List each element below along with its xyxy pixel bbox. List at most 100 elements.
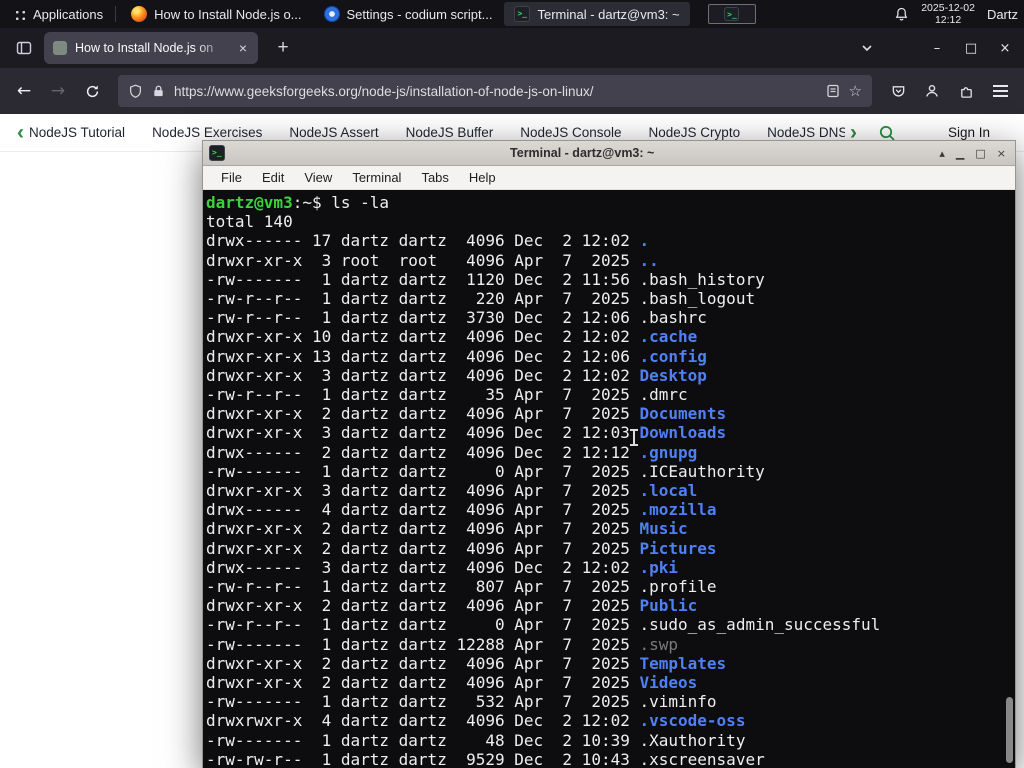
sign-in-button[interactable]: Sign In [948,125,990,140]
applications-menu-button[interactable]: Applications [6,0,110,28]
terminal-output-line: drwxr-xr-x 2 dartz dartz 4096 Apr 7 2025… [206,596,1015,615]
clock-date: 2025-12-02 [921,2,975,14]
file-meta: -rw------- 1 dartz dartz 1120 Dec 2 11:5… [206,269,640,289]
file-name: .Xauthority [639,730,746,750]
terminal-icon [514,6,531,22]
site-nav-link[interactable]: NodeJS Console [520,125,621,140]
back-button[interactable]: ← [8,75,40,107]
terminal-window: Terminal - dartz@vm3: ~ ▴ ▁ □ × File Edi… [202,140,1016,768]
terminal-output-line: -rw------- 1 dartz dartz 0 Apr 7 2025 .I… [206,462,1015,481]
browser-tab[interactable]: How to Install Node.js on × [44,32,258,64]
file-name: .profile [639,577,717,597]
site-nav-link[interactable]: NodeJS Assert [289,125,378,140]
terminal-prompt-line: dartz@vm3:~$ ls -la [206,193,1015,212]
firefox-icon [131,6,148,22]
notification-bell-icon[interactable] [894,7,909,22]
tracking-shield-icon[interactable] [128,84,143,99]
file-meta: drwxr-xr-x 13 dartz dartz 4096 Dec 2 12:… [206,346,640,366]
list-all-tabs-icon[interactable] [860,41,874,55]
file-meta: -rw-r--r-- 1 dartz dartz 35 Apr 7 2025 [206,385,640,405]
file-name: . [639,231,650,251]
terminal-output-line: drwxr-xr-x 3 dartz dartz 4096 Apr 7 2025… [206,481,1015,500]
terminal-menu-item[interactable]: Tabs [411,170,458,185]
site-nav-link[interactable]: NodeJS Crypto [649,125,741,140]
site-nav-link[interactable]: NodeJS Tutorial [29,125,125,140]
file-name: Pictures [639,538,717,558]
file-name: .dmrc [639,385,688,405]
terminal-shade-button[interactable]: ▴ [939,147,945,160]
taskbar-button[interactable]: Terminal - dartz@vm3: ~ [504,2,690,26]
forward-button[interactable]: → [42,75,74,107]
site-nav-link[interactable]: NodeJS DNS [767,125,845,140]
lock-icon[interactable] [152,84,165,98]
terminal-menu-item[interactable]: File [211,170,252,185]
file-name: .vscode-oss [639,711,746,731]
extensions-icon[interactable] [950,75,982,107]
file-name: .cache [639,327,698,347]
bookmark-star-icon[interactable]: ☆ [849,82,862,100]
terminal-minimize-button[interactable]: ▁ [956,147,964,160]
top-panel: Applications How to Install Node.js o...… [0,0,1024,28]
file-name: .config [639,346,707,366]
clock[interactable]: 2025-12-02 12:12 [921,2,975,26]
file-meta: -rw------- 1 dartz dartz 48 Dec 2 10:39 [206,730,640,750]
terminal-output-line: -rw------- 1 dartz dartz 48 Dec 2 10:39 … [206,731,1015,750]
reload-button[interactable] [76,75,108,107]
terminal-menu-item[interactable]: Terminal [342,170,411,185]
terminal-output-line: drwxr-xr-x 3 dartz dartz 4096 Dec 2 12:0… [206,423,1015,442]
terminal-output-line: drwxr-xr-x 2 dartz dartz 4096 Apr 7 2025… [206,654,1015,673]
prompt-user-host: dartz@vm3 [206,193,293,212]
file-meta: drwxr-xr-x 3 dartz dartz 4096 Dec 2 12:0… [206,423,640,443]
terminal-output[interactable]: dartz@vm3:~$ ls -la total 140 drwx------… [203,190,1015,768]
terminal-scrollbar[interactable] [1006,697,1013,763]
file-name: .local [639,481,698,501]
file-meta: drwxr-xr-x 2 dartz dartz 4096 Apr 7 2025 [206,404,640,424]
tab-close-icon[interactable]: × [237,40,249,56]
file-name: .swp [639,634,679,654]
terminal-close-button[interactable]: × [997,147,1006,160]
browser-tab-strip: How to Install Node.js on × + – □ × [0,28,1024,68]
account-icon[interactable] [916,75,948,107]
terminal-output-line: drwxr-xr-x 2 dartz dartz 4096 Apr 7 2025… [206,673,1015,692]
reader-mode-icon[interactable] [826,84,840,98]
pocket-icon[interactable] [882,75,914,107]
menu-hamburger-icon[interactable] [984,75,1016,107]
terminal-output-line: drwxr-xr-x 3 root root 4096 Apr 7 2025 .… [206,251,1015,270]
nav-scroll-left-icon[interactable]: ‹ [12,122,29,143]
file-name: .bash_logout [639,289,756,309]
file-name: .gnupg [639,442,698,462]
site-search-icon[interactable] [878,124,896,142]
taskbar-button[interactable]: How to Install Node.js o... [121,2,311,26]
desktop: Applications How to Install Node.js o...… [0,0,1024,768]
workspace-switcher[interactable] [707,4,756,24]
file-name: .bashrc [639,308,707,328]
terminal-menu-item[interactable]: View [294,170,342,185]
file-name: .ICEauthority [639,461,765,481]
taskbar-button[interactable]: Settings - codium script... [314,2,503,26]
site-nav-link[interactable]: NodeJS Exercises [152,125,262,140]
terminal-titlebar[interactable]: Terminal - dartz@vm3: ~ ▴ ▁ □ × [203,141,1015,166]
clock-time: 12:12 [934,14,962,26]
url-text[interactable]: https://www.geeksforgeeks.org/node-js/in… [174,84,817,99]
prompt-command: :~$ ls -la [292,193,390,212]
browser-maximize-button[interactable]: □ [956,34,986,62]
terminal-menu-item[interactable]: Edit [252,170,294,185]
task-label: Terminal - dartz@vm3: ~ [537,6,680,22]
file-meta: drwx------ 2 dartz dartz 4096 Dec 2 12:1… [206,442,640,462]
file-meta: -rw------- 1 dartz dartz 532 Apr 7 2025 [206,692,640,712]
terminal-maximize-button[interactable]: □ [975,147,985,160]
browser-close-button[interactable]: × [990,34,1020,62]
site-nav-link[interactable]: NodeJS Buffer [406,125,494,140]
terminal-output-line: -rw------- 1 dartz dartz 1120 Dec 2 11:5… [206,270,1015,289]
terminal-menu-item[interactable]: Help [459,170,506,185]
file-meta: drwxr-xr-x 2 dartz dartz 4096 Apr 7 2025 [206,519,640,539]
url-bar[interactable]: https://www.geeksforgeeks.org/node-js/in… [118,75,872,107]
firefox-view-icon[interactable] [10,34,38,62]
terminal-output-line: -rw-r--r-- 1 dartz dartz 220 Apr 7 2025 … [206,289,1015,308]
browser-minimize-button[interactable]: – [922,34,952,62]
file-name: .. [639,250,659,270]
terminal-output-line: -rw-r--r-- 1 dartz dartz 35 Apr 7 2025 .… [206,385,1015,404]
file-name: Downloads [639,423,727,443]
file-meta: -rw-r--r-- 1 dartz dartz 807 Apr 7 2025 [206,577,640,597]
new-tab-button[interactable]: + [270,37,296,59]
